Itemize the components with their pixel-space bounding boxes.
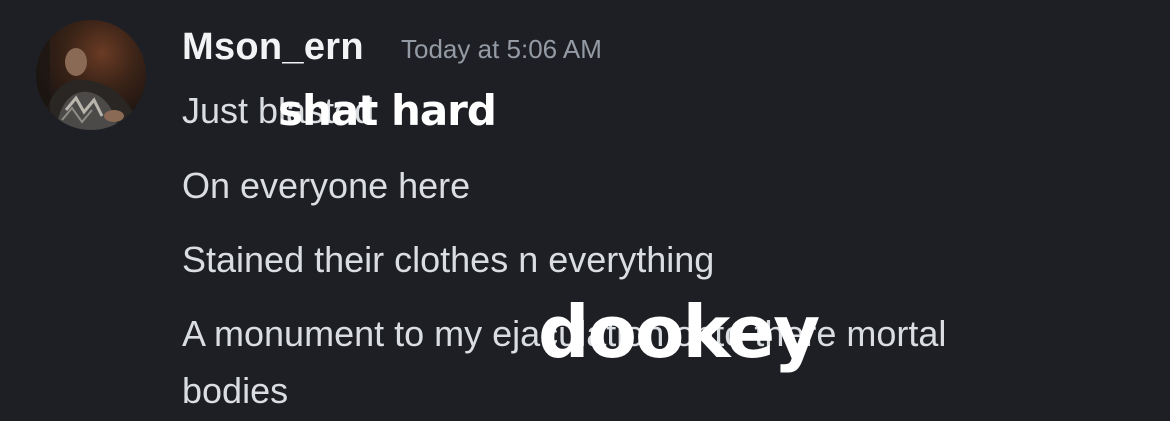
message-line-3: Stained their clothes n everything xyxy=(182,239,715,280)
caption-overlay-shat-hard: shat hard xyxy=(278,86,497,135)
message-line-5: bodies xyxy=(182,370,289,411)
message-author[interactable]: Mson_ern xyxy=(182,26,364,69)
message-timestamp[interactable]: Today at 5:06 AM xyxy=(401,34,602,65)
avatar-photo-icon xyxy=(36,20,140,130)
caption-overlay-dookey: dookey xyxy=(538,290,820,374)
user-avatar[interactable] xyxy=(36,20,146,130)
message-line-2: On everyone here xyxy=(182,165,471,206)
